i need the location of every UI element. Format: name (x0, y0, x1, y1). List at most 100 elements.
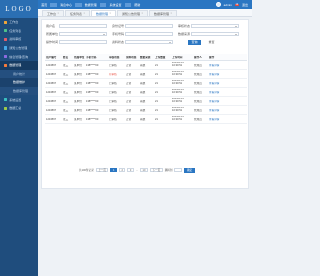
cell-data: 正常 (126, 63, 132, 67)
pagination: 共100条记录 上一页 1 2 3 ... 10 下一页 跳转到 确定 (79, 168, 195, 173)
sidebar: LOGO 工作台 任务列表 资料审核通知公告管理 信息管理/查询数据管理 用户统计 数据维… (0, 0, 38, 276)
top-bar: 首页 消息中心 数据管理 系统设置 帮助 admin 12 退出 (38, 0, 252, 9)
username[interactable]: admin (224, 3, 232, 7)
cell-unit: 某单位 (74, 99, 82, 103)
phone-input[interactable] (125, 31, 173, 37)
view-detail-link[interactable]: 查看详情 (208, 118, 227, 121)
cell-time: 10:30:51 (172, 100, 183, 103)
sidebar-item-label: 数据管理 (9, 63, 22, 68)
sidebar-item[interactable]: 系统设置 (0, 95, 38, 104)
time-input[interactable] (59, 39, 107, 45)
column-header: 审核状态 (109, 55, 120, 59)
sidebar-item[interactable]: 通知公告管理 (0, 44, 38, 53)
id-number-input[interactable] (125, 23, 173, 29)
filter-label: 身份证号 (112, 24, 125, 28)
search-button[interactable]: 查询 (188, 39, 201, 45)
view-detail-link[interactable]: 查看详情 (208, 73, 227, 76)
user-avatar[interactable] (215, 2, 221, 7)
menu-icon (4, 29, 8, 33)
cell-op: 管理员 (194, 81, 202, 85)
sidebar-item[interactable]: 工作台 (0, 18, 38, 27)
cell-name: 张三 (63, 108, 69, 112)
cell-op: 管理员 (194, 99, 202, 103)
table-row: 1234567 张三 某单位 138*****00 已审核 正常 系统 21 2019-8-15… (45, 79, 247, 88)
close-icon[interactable]: × (58, 12, 59, 15)
top-menu-item[interactable]: 消息中心 (57, 3, 75, 7)
cell-audit: 已审核 (109, 108, 117, 112)
tab[interactable]: 数据管理 × (90, 10, 116, 16)
goto-label: 跳转到 (164, 169, 173, 173)
column-header: 数据来源 (140, 55, 151, 59)
cell-id: 1234567 (46, 72, 57, 76)
cell-count: 21 (155, 99, 158, 103)
column-header: 操作 (209, 55, 215, 59)
tab[interactable]: 数据库管理 × (148, 10, 177, 16)
close-icon[interactable]: × (170, 12, 171, 15)
tab-bar: 工作台 × 任务列表 × 数据管理 × 通知公告管理 × 数据库管理 × (38, 9, 252, 17)
cell-time: 10:30:51 (172, 64, 183, 67)
cell-op: 管理员 (194, 117, 202, 121)
view-detail-link[interactable]: 查看详情 (208, 100, 227, 103)
source-select[interactable] (191, 31, 239, 37)
page-2-button[interactable]: 2 (118, 168, 126, 173)
top-menu-item[interactable]: 数据管理 (82, 3, 100, 7)
cell-unit: 某单位 (74, 81, 82, 85)
tab[interactable]: 任务列表 × (64, 10, 90, 16)
sidebar-item[interactable]: 任务列表 (0, 27, 38, 36)
filter-label: 手机号码 (112, 32, 125, 36)
notification-badge[interactable]: 12 (234, 3, 239, 6)
view-detail-link[interactable]: 查看详情 (208, 109, 227, 112)
cell-id: 1234567 (46, 63, 57, 67)
tab-label: 任务列表 (69, 11, 82, 16)
cell-data: 正常 (126, 90, 132, 94)
sidebar-item[interactable]: 信息管理/查询 (0, 52, 38, 61)
cell-time: 10:30:51 (172, 118, 183, 121)
page-1-button[interactable]: 1 (110, 168, 117, 173)
go-button[interactable]: 确定 (184, 168, 195, 173)
sidebar-item-label: 通知公告管理 (9, 46, 28, 51)
cell-source: 系统 (140, 72, 146, 76)
cell-time: 10:30:51 (172, 91, 183, 94)
logo: LOGO (0, 0, 38, 18)
page-last-button[interactable]: 10 (140, 168, 148, 173)
data-status-select[interactable] (125, 39, 173, 45)
sidebar-item-label: 系统设置 (9, 97, 22, 102)
table-row: 1234567 张三 某单位 138*****00 已审核 正常 系统 21 2019-8-15… (45, 61, 247, 70)
cell-id: 1234567 (46, 108, 57, 112)
view-detail-link[interactable]: 查看详情 (208, 82, 227, 85)
sidebar-subitem[interactable]: 数据库管理 (0, 86, 38, 96)
cell-count: 21 (155, 72, 158, 76)
filter-label: 用户名 (46, 24, 56, 28)
audit-status-select[interactable] (191, 23, 239, 29)
logout-link[interactable]: 退出 (242, 3, 248, 7)
unit-select[interactable] (59, 31, 107, 37)
reset-button[interactable]: 重置 (205, 40, 218, 45)
table-row: 1234567 张三 某单位 138*****00 已审核 正常 系统 21 2019-8-15… (45, 106, 247, 115)
page-number-input[interactable] (174, 168, 183, 173)
top-menu-item[interactable]: 首页 (38, 3, 50, 7)
view-detail-link[interactable]: 查看详情 (208, 91, 227, 94)
close-icon[interactable]: × (109, 12, 110, 15)
next-page-button[interactable]: 下一页 (149, 168, 163, 173)
cell-upload-time: 2019-8-15 10:30:51 (171, 80, 193, 86)
sidebar-item[interactable]: 资料审核 (0, 35, 38, 44)
view-detail-link[interactable]: 查看详情 (208, 64, 227, 67)
column-header: 上传时间 (172, 55, 183, 59)
column-header: 操作人 (194, 55, 202, 59)
page-3-button[interactable]: 3 (127, 168, 134, 173)
close-icon[interactable]: × (141, 12, 142, 15)
sidebar-subitem[interactable]: 数据维护 (0, 78, 38, 87)
prev-page-button[interactable]: 上一页 (95, 168, 109, 173)
cell-time: 10:30:51 (172, 109, 183, 112)
tab[interactable]: 工作台 × (42, 10, 64, 16)
close-icon[interactable]: × (84, 12, 85, 15)
top-menu-item[interactable]: 帮助 (131, 3, 143, 7)
sidebar-item[interactable]: 数据管理 (0, 60, 38, 70)
sidebar-item[interactable]: 数据汇总 (0, 104, 38, 113)
tab[interactable]: 通知公告管理 × (116, 10, 148, 16)
sidebar-subitem[interactable]: 用户统计 (0, 69, 38, 79)
username-input[interactable] (59, 23, 107, 29)
tab-label: 通知公告管理 (121, 11, 140, 16)
menu-icon (4, 63, 8, 67)
top-menu-item[interactable]: 系统设置 (106, 3, 124, 7)
